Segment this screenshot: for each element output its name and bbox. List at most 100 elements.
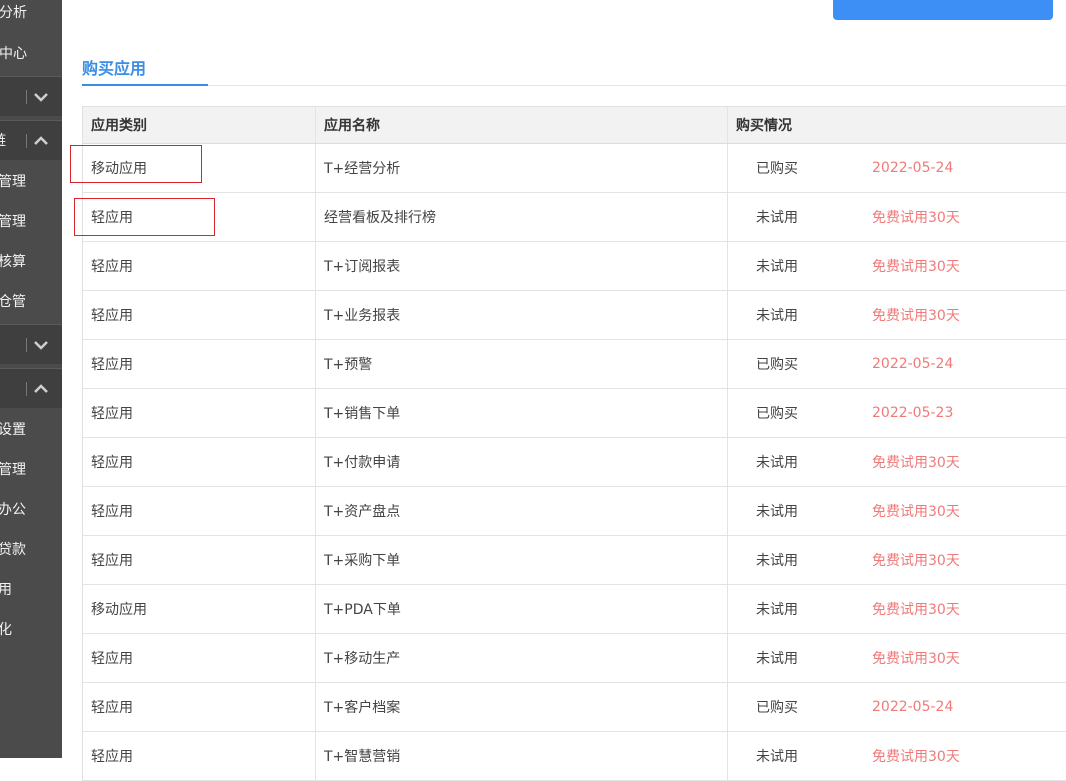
cell-app-name: T+采购下单 [316, 536, 728, 584]
table-row: 移动应用 T+经营分析 已购买 2022-05-24 [83, 144, 1066, 193]
sidebar-item-label: 中心 [0, 46, 27, 62]
chevron-up-icon [33, 133, 49, 149]
table-row: 轻应用 T+智慧营销 未试用 免费试用30天 [83, 732, 1066, 781]
table-row: 轻应用 T+订阅报表 未试用 免费试用30天 [83, 242, 1066, 291]
cell-purchase: 已购买 2022-05-24 [728, 683, 1066, 731]
header-purchase[interactable]: 购买情况 [728, 107, 1066, 143]
header-name[interactable]: 应用名称 [316, 107, 728, 143]
cell-app-name: T+客户档案 [316, 683, 728, 731]
divider [208, 85, 1066, 86]
cell-purchase: 未试用 免费试用30天 [728, 536, 1066, 584]
chevron-down-icon [33, 89, 49, 105]
purchase-status: 未试用 [756, 553, 798, 569]
purchase-date: 2022-05-24 [872, 160, 954, 176]
cell-purchase: 未试用 免费试用30天 [728, 634, 1066, 682]
table-row: 轻应用 T+销售下单 已购买 2022-05-23 [83, 389, 1066, 438]
cell-purchase: 未试用 免费试用30天 [728, 438, 1066, 486]
sidebar-item-label: 仓管 [0, 294, 26, 310]
cell-app-name: T+智慧营销 [316, 732, 728, 780]
table-row: 轻应用 T+付款申请 未试用 免费试用30天 [83, 438, 1066, 487]
cell-app-name: T+订阅报表 [316, 242, 728, 290]
sidebar-item-settings[interactable]: 设置 [0, 410, 62, 450]
cell-app-name: T+移动生产 [316, 634, 728, 682]
section-title: 购买应用 [82, 59, 147, 78]
sidebar-group-toggle[interactable] [0, 76, 62, 116]
sidebar-item-center[interactable]: 中心 [0, 34, 62, 74]
sidebar: 分析 中心 链 管理 管理 核算 仓管 设置 管理 办公 贷款 用 化 [0, 0, 62, 758]
purchase-status: 已购买 [756, 406, 798, 422]
sidebar-item-management-2[interactable]: 管理 [0, 202, 62, 242]
sidebar-item-apps[interactable]: 用 [0, 570, 62, 610]
divider [26, 90, 27, 104]
purchase-date: 2022-05-23 [872, 405, 954, 421]
free-trial-link[interactable]: 免费试用30天 [872, 501, 960, 521]
table-row: 轻应用 T+预警 已购买 2022-05-24 [83, 340, 1066, 389]
sidebar-item-label: 用 [0, 582, 12, 598]
cell-app-name: T+销售下单 [316, 389, 728, 437]
sidebar-item-label: 贷款 [0, 542, 26, 558]
sidebar-item-label: 化 [0, 622, 12, 638]
sidebar-group-toggle[interactable] [0, 368, 62, 408]
table-row: 轻应用 T+资产盘点 未试用 免费试用30天 [83, 487, 1066, 536]
cell-app-name: 经营看板及排行榜 [316, 193, 728, 241]
sidebar-item-loan[interactable]: 贷款 [0, 530, 62, 570]
chevron-up-icon [33, 381, 49, 397]
sidebar-item-management-3[interactable]: 管理 [0, 450, 62, 490]
cell-category: 轻应用 [83, 340, 316, 388]
free-trial-link[interactable]: 免费试用30天 [872, 256, 960, 276]
free-trial-link[interactable]: 免费试用30天 [872, 550, 960, 570]
sidebar-item-label: 管理 [0, 214, 26, 230]
purchase-status: 未试用 [756, 651, 798, 667]
cell-purchase: 未试用 免费试用30天 [728, 291, 1066, 339]
purchase-status: 未试用 [756, 504, 798, 520]
cell-purchase: 未试用 免费试用30天 [728, 487, 1066, 535]
title-underline [82, 84, 208, 86]
cell-category: 轻应用 [83, 389, 316, 437]
divider [26, 382, 27, 396]
header-category[interactable]: 应用类别 [83, 107, 316, 143]
free-trial-link[interactable]: 免费试用30天 [872, 599, 960, 619]
primary-button[interactable] [833, 0, 1053, 20]
sidebar-item-label: 管理 [0, 174, 26, 190]
sidebar-item-label: 核算 [0, 254, 26, 270]
purchase-status: 未试用 [756, 308, 798, 324]
sidebar-item-digital[interactable]: 化 [0, 610, 62, 650]
sidebar-item-analysis[interactable]: 分析 [0, 0, 62, 33]
cell-purchase: 未试用 免费试用30天 [728, 193, 1066, 241]
table-row: 轻应用 T+采购下单 未试用 免费试用30天 [83, 536, 1066, 585]
purchase-status: 已购买 [756, 161, 798, 177]
free-trial-link[interactable]: 免费试用30天 [872, 305, 960, 325]
cell-app-name: T+PDA下单 [316, 585, 728, 633]
cell-app-name: T+付款申请 [316, 438, 728, 486]
cell-category: 轻应用 [83, 732, 316, 780]
purchase-status: 未试用 [756, 259, 798, 275]
sidebar-group-supply-chain[interactable]: 链 [0, 120, 62, 160]
sidebar-item-office[interactable]: 办公 [0, 490, 62, 530]
free-trial-link[interactable]: 免费试用30天 [872, 207, 960, 227]
cell-category: 轻应用 [83, 438, 316, 486]
cell-purchase: 未试用 免费试用30天 [728, 585, 1066, 633]
cell-purchase: 未试用 免费试用30天 [728, 732, 1066, 780]
cell-purchase: 已购买 2022-05-24 [728, 340, 1066, 388]
sidebar-item-label: 设置 [0, 422, 26, 438]
cell-category: 轻应用 [83, 536, 316, 584]
free-trial-link[interactable]: 免费试用30天 [872, 648, 960, 668]
table-row: 轻应用 T+客户档案 已购买 2022-05-24 [83, 683, 1066, 732]
divider [26, 134, 27, 148]
purchase-date: 2022-05-24 [872, 699, 954, 715]
sidebar-item-warehouse[interactable]: 仓管 [0, 282, 62, 322]
purchase-status: 未试用 [756, 210, 798, 226]
cell-category: 轻应用 [83, 487, 316, 535]
cell-purchase: 已购买 2022-05-23 [728, 389, 1066, 437]
purchase-status: 未试用 [756, 455, 798, 471]
cell-category: 移动应用 [83, 585, 316, 633]
free-trial-link[interactable]: 免费试用30天 [872, 746, 960, 766]
sidebar-item-management-1[interactable]: 管理 [0, 162, 62, 202]
purchase-date: 2022-05-24 [872, 356, 954, 372]
sidebar-group-toggle[interactable] [0, 324, 62, 364]
sidebar-item-accounting[interactable]: 核算 [0, 242, 62, 282]
table-header: 应用类别 应用名称 购买情况 [83, 107, 1066, 144]
free-trial-link[interactable]: 免费试用30天 [872, 452, 960, 472]
cell-app-name: T+经营分析 [316, 144, 728, 192]
cell-purchase: 已购买 2022-05-24 [728, 144, 1066, 192]
